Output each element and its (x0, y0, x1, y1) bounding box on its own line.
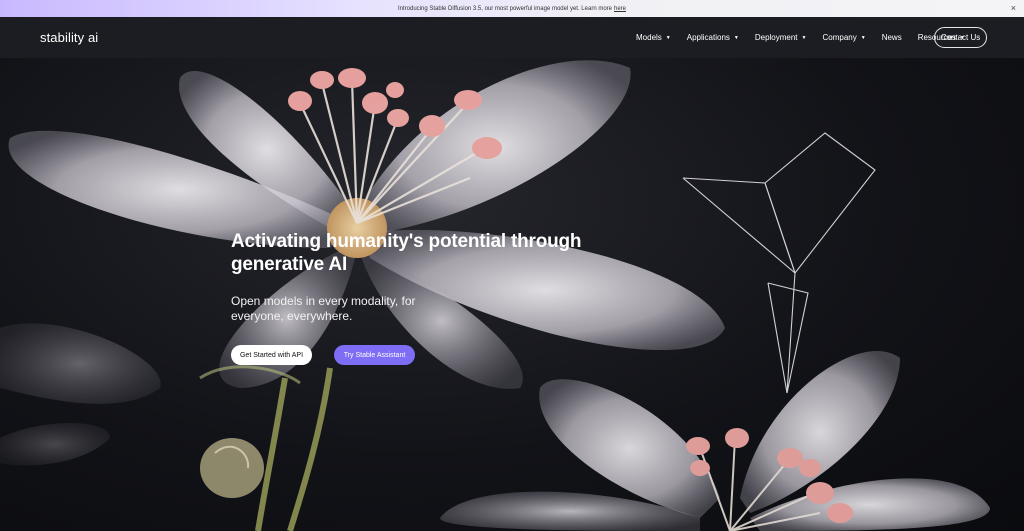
try-stable-assistant-button[interactable]: Try Stable Assistant (334, 345, 415, 365)
get-started-api-button[interactable]: Get Started with API (231, 345, 312, 365)
nav-item-models[interactable]: Models ▼ (636, 33, 671, 42)
logo[interactable]: stability ai (40, 30, 98, 45)
nav-item-deployment[interactable]: Deployment ▼ (755, 33, 807, 42)
wireframe-origami (682, 132, 876, 394)
announcement-bar: Introducing Stable Diffusion 3.5, our mo… (0, 0, 1024, 17)
nav-item-label: Deployment (754, 33, 798, 42)
caret-down-icon: ▼ (801, 34, 807, 41)
caret-down-icon: ▼ (665, 34, 671, 41)
hero-headline: Activating humanity's potential through … (231, 231, 582, 275)
top-navigation: stability ai Models ▼ Applications ▼ Dep… (0, 17, 1024, 58)
nav-item-news[interactable]: News (882, 33, 902, 42)
announcement-link[interactable]: here (614, 6, 626, 12)
hero-subhead: Open models in every modality, for every… (231, 294, 416, 323)
nav-item-label: Models (636, 33, 662, 42)
main-flower (8, 60, 725, 389)
stems (255, 367, 333, 531)
nav-item-label: Company (822, 33, 857, 42)
nav-menu: Models ▼ Applications ▼ Deployment ▼ Com… (636, 17, 981, 58)
caret-down-icon: ▼ (860, 34, 866, 41)
nav-item-company[interactable]: Company ▼ (822, 33, 865, 42)
nav-item-label: News (881, 33, 902, 42)
nav-item-applications[interactable]: Applications ▼ (687, 33, 739, 42)
hero-flower-illustration (0, 60, 990, 531)
caret-down-icon: ▼ (733, 34, 739, 41)
nav-item-label: Applications (686, 33, 730, 42)
hero-section: Activating humanity's potential through … (0, 58, 1024, 531)
close-icon[interactable]: × (1011, 3, 1016, 13)
announcement-text: Introducing Stable Diffusion 3.5, our mo… (397, 5, 612, 12)
contact-us-button[interactable]: Contact Us (934, 27, 987, 48)
